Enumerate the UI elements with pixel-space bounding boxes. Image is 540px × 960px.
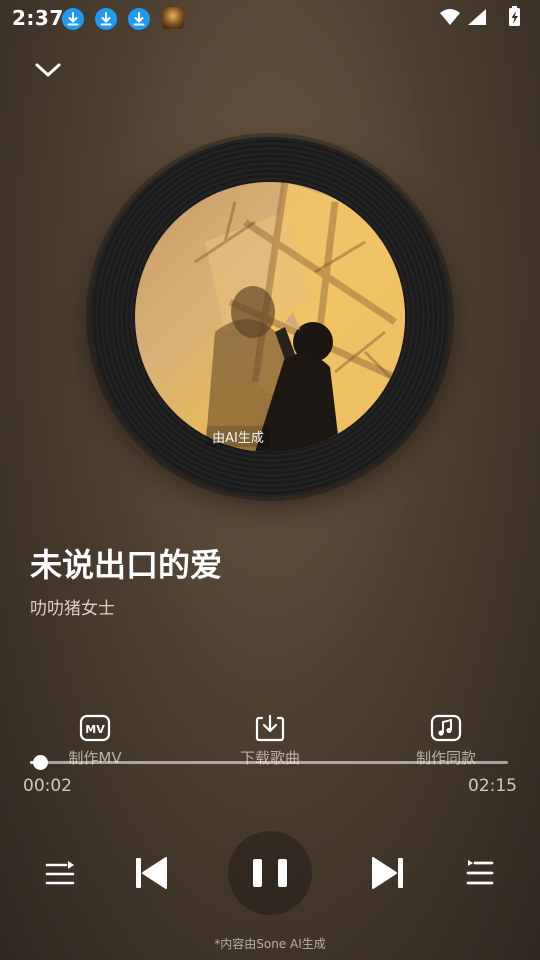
total-time: 02:15: [468, 776, 517, 796]
progress-thumb[interactable]: [33, 755, 48, 770]
skip-previous-icon[interactable]: [133, 855, 169, 891]
skip-next-icon[interactable]: [370, 855, 406, 891]
album-cover: [135, 182, 405, 452]
battery-charging-icon: [509, 6, 520, 26]
download-icon: [255, 714, 285, 742]
download-icon: [62, 8, 84, 30]
song-title: 未说出口的爱: [30, 546, 223, 584]
status-bar: 2:37: [0, 0, 540, 36]
ai-content-footnote: *内容由Sone AI生成: [214, 937, 326, 951]
pause-icon: [253, 859, 287, 887]
vinyl-disc: 由AI生成: [90, 137, 450, 497]
chevron-down-icon[interactable]: [30, 55, 66, 85]
system-status-icons: [440, 6, 520, 26]
artist-name[interactable]: 叻叻猪女士: [30, 594, 115, 619]
queue-icon[interactable]: [465, 858, 495, 888]
make-same-label: 制作同款: [415, 749, 476, 767]
current-time: 00:02: [23, 776, 72, 796]
make-same-button[interactable]: 制作同款: [396, 712, 496, 768]
progress-bar[interactable]: [30, 755, 508, 770]
mv-icon: MV: [79, 714, 111, 742]
ai-generated-badge: 由AI生成: [206, 426, 270, 447]
signal-icon: [468, 9, 486, 25]
playlist-icon[interactable]: [44, 859, 76, 889]
cover-illustration: [194, 182, 405, 452]
app-thumbnail-icon: [162, 7, 184, 29]
play-pause-button[interactable]: [228, 831, 312, 915]
download-song-label: 下载歌曲: [239, 749, 300, 767]
svg-text:MV: MV: [85, 723, 105, 736]
music-note-icon: [430, 714, 462, 742]
status-time: 2:37: [12, 6, 64, 30]
download-icon: [128, 8, 150, 30]
download-icon: [95, 8, 117, 30]
make-mv-button[interactable]: MV 制作MV: [45, 712, 145, 768]
make-mv-label: 制作MV: [68, 749, 122, 767]
download-song-button[interactable]: 下载歌曲: [220, 712, 320, 768]
wifi-icon: [440, 9, 460, 25]
